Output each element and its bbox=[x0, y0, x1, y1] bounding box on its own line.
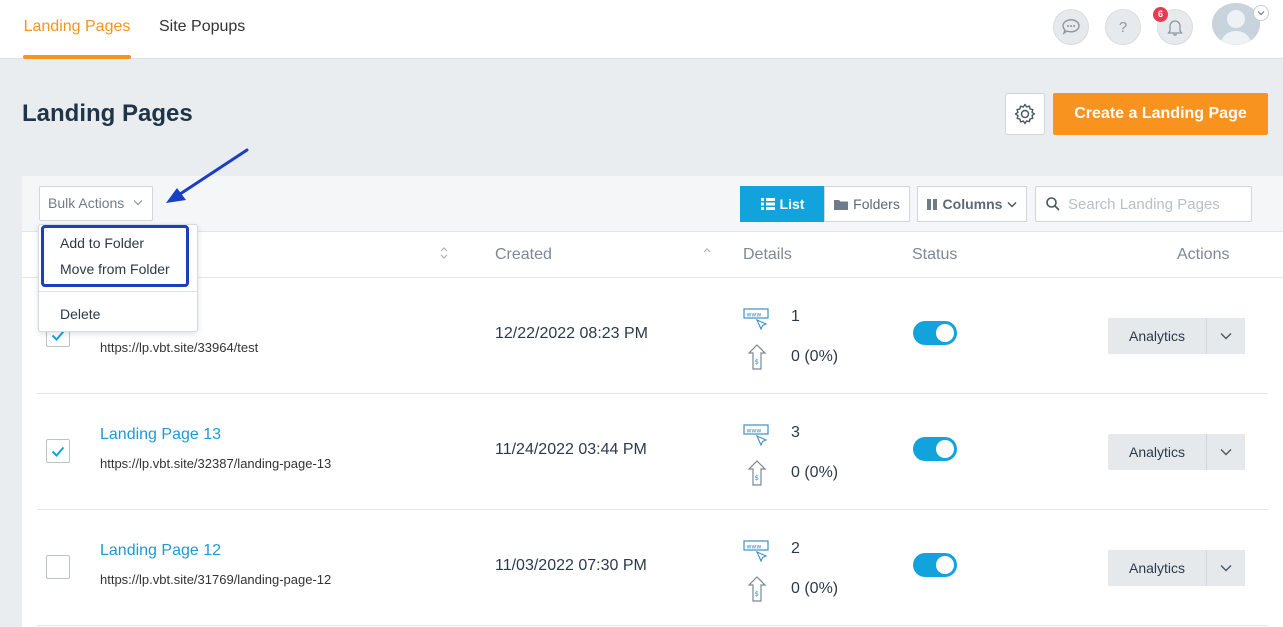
columns-dropdown[interactable]: Columns bbox=[917, 186, 1027, 222]
status-toggle[interactable] bbox=[913, 553, 957, 577]
landing-pages-panel: Bulk Actions List Folders Columns Create… bbox=[22, 176, 1283, 627]
chevron-down-icon bbox=[1220, 449, 1232, 456]
page-url[interactable]: https://lp.vbt.site/32387/landing-page-1… bbox=[100, 456, 331, 471]
annotation-arrow-icon bbox=[166, 148, 249, 203]
www-views-icon: www bbox=[743, 424, 769, 446]
checkmark-icon bbox=[51, 446, 65, 457]
analytics-button[interactable]: Analytics bbox=[1108, 318, 1206, 354]
list-icon bbox=[760, 198, 775, 210]
menu-item-delete[interactable]: Delete bbox=[60, 306, 100, 322]
column-details: Details bbox=[743, 246, 792, 263]
create-landing-page-button[interactable]: Create a Landing Page bbox=[1053, 93, 1268, 135]
created-date: 12/22/2022 08:23 PM bbox=[495, 325, 649, 342]
page-title: Landing Pages bbox=[22, 100, 193, 127]
www-views-icon: www bbox=[743, 308, 769, 330]
page-name-link[interactable]: Landing Page 13 bbox=[100, 426, 221, 444]
tab-landing-pages[interactable]: Landing Pages bbox=[23, 0, 131, 59]
page-url[interactable]: https://lp.vbt.site/33964/test bbox=[100, 340, 258, 355]
view-list-label: List bbox=[779, 196, 805, 212]
created-date: 11/24/2022 03:44 PM bbox=[495, 441, 647, 458]
chevron-down-icon bbox=[1220, 565, 1232, 572]
columns-icon bbox=[926, 198, 937, 210]
row-checkbox[interactable] bbox=[46, 555, 70, 579]
help-button[interactable]: ? bbox=[1105, 9, 1141, 45]
svg-text:www: www bbox=[747, 544, 762, 551]
www-views-icon: www bbox=[743, 540, 769, 562]
actions-menu-button[interactable] bbox=[1206, 550, 1245, 586]
conversions-count: 0 (0%) bbox=[791, 580, 839, 597]
conversions-count: 0 (0%) bbox=[791, 348, 839, 365]
actions-menu-button[interactable] bbox=[1206, 434, 1245, 470]
sort-asc-icon[interactable] bbox=[702, 246, 712, 256]
conversion-icon: $ bbox=[747, 460, 767, 486]
chevron-down-icon bbox=[1007, 201, 1017, 208]
table-row: Landing Page 12 https://lp.vbt.site/3176… bbox=[37, 510, 1268, 626]
conversion-icon: $ bbox=[747, 344, 767, 370]
search-icon bbox=[1046, 197, 1060, 211]
settings-button[interactable] bbox=[1005, 93, 1045, 135]
views-count: 1 bbox=[791, 308, 800, 325]
table-row: Landing Page 13 https://lp.vbt.site/3238… bbox=[37, 394, 1268, 510]
analytics-button[interactable]: Analytics bbox=[1108, 550, 1206, 586]
conversion-icon: $ bbox=[747, 576, 767, 602]
column-actions: Actions bbox=[1177, 246, 1230, 263]
page-name-link[interactable]: Landing Page 12 bbox=[100, 542, 221, 560]
view-folders-button[interactable]: Folders bbox=[824, 186, 910, 222]
chevron-down-icon bbox=[1257, 11, 1265, 16]
sort-icon[interactable] bbox=[439, 246, 449, 260]
top-nav: Landing Pages Site Popups ? 6 bbox=[0, 0, 1283, 59]
views-count: 2 bbox=[791, 540, 800, 557]
notification-badge: 6 bbox=[1153, 7, 1168, 22]
view-list-button[interactable]: List bbox=[740, 186, 825, 222]
bell-icon bbox=[1167, 20, 1183, 36]
status-toggle[interactable] bbox=[913, 321, 957, 345]
folder-icon bbox=[834, 199, 849, 210]
bulk-actions-dropdown[interactable]: Bulk Actions bbox=[39, 186, 153, 221]
row-checkbox[interactable] bbox=[46, 439, 70, 463]
columns-label: Columns bbox=[942, 196, 1003, 212]
views-count: 3 bbox=[791, 424, 800, 441]
chevron-down-icon bbox=[133, 200, 143, 206]
svg-text:$: $ bbox=[755, 358, 759, 366]
created-date: 11/03/2022 07:30 PM bbox=[495, 557, 647, 574]
svg-text:www: www bbox=[747, 312, 762, 319]
actions-menu-button[interactable] bbox=[1206, 318, 1245, 354]
table-row: https://lp.vbt.site/33964/test 12/22/202… bbox=[37, 278, 1268, 394]
gear-icon bbox=[1014, 103, 1036, 125]
chevron-down-icon bbox=[1220, 333, 1232, 340]
avatar-menu-button[interactable] bbox=[1253, 5, 1269, 21]
column-status: Status bbox=[912, 246, 958, 263]
conversions-count: 0 (0%) bbox=[791, 464, 839, 481]
svg-text:www: www bbox=[747, 428, 762, 435]
help-icon: ? bbox=[1118, 18, 1128, 36]
chat-icon bbox=[1062, 19, 1080, 35]
analytics-button[interactable]: Analytics bbox=[1108, 434, 1206, 470]
column-created[interactable]: Created bbox=[495, 246, 552, 264]
svg-text:$: $ bbox=[755, 474, 759, 482]
tab-site-popups[interactable]: Site Popups bbox=[159, 0, 245, 59]
chat-button[interactable] bbox=[1053, 9, 1089, 45]
menu-divider bbox=[39, 291, 197, 292]
status-toggle[interactable] bbox=[913, 437, 957, 461]
search-input[interactable] bbox=[1068, 195, 1248, 213]
search-box bbox=[1035, 186, 1252, 222]
view-folders-label: Folders bbox=[853, 196, 900, 212]
bulk-actions-label: Bulk Actions bbox=[48, 195, 125, 211]
table-header: Created Details Status Actions bbox=[22, 232, 1283, 278]
annotation-highlight-box bbox=[41, 225, 189, 287]
svg-text:$: $ bbox=[755, 590, 759, 598]
page-url[interactable]: https://lp.vbt.site/31769/landing-page-1… bbox=[100, 572, 331, 587]
